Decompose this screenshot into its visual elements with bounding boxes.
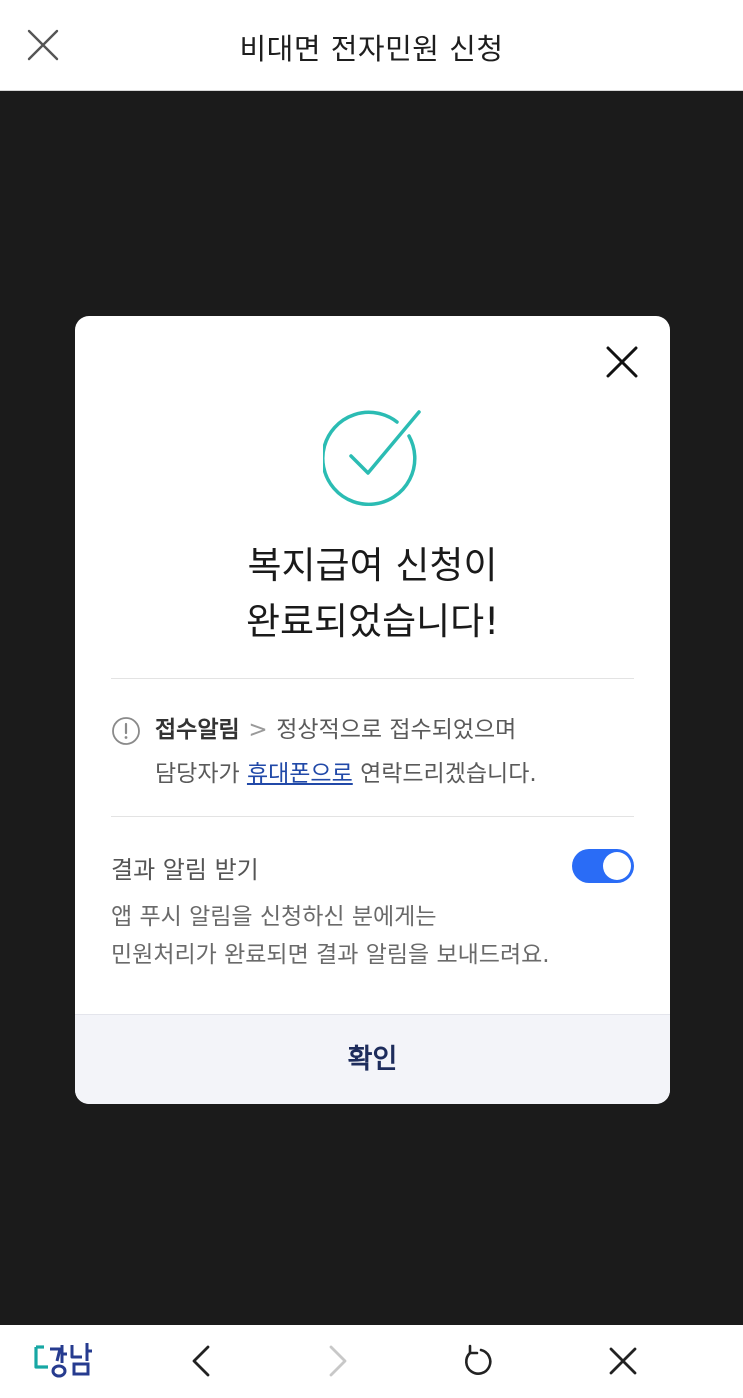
result-notification-label: 결과 알림 받기 xyxy=(111,856,259,884)
notice-label: 접수알림 xyxy=(155,717,240,743)
dialog-heading: 복지급여 신청이 완료되었습니다! xyxy=(75,538,670,650)
notice-message: 정상적으로 접수되었으며 xyxy=(276,717,517,743)
chevron-left-icon[interactable] xyxy=(182,1341,222,1381)
description-line: 민원처리가 완료되면 결과 알림을 보내드려요. xyxy=(111,942,550,968)
result-notification-row: 결과 알림 받기 xyxy=(111,844,634,890)
description-line: 앱 푸시 알림을 신청하신 분에게는 xyxy=(111,904,437,930)
confirm-button[interactable]: 확인 xyxy=(75,1014,670,1104)
phone-link[interactable]: 휴대폰으로 xyxy=(247,761,353,787)
heading-line: 복지급여 신청이 xyxy=(247,544,498,587)
notice-text: 접수알림 > 정상적으로 접수되었으며 담당자가 휴대폰으로 연락드리겠습니다. xyxy=(155,708,635,796)
result-notification-toggle[interactable] xyxy=(572,849,634,883)
completion-dialog: 복지급여 신청이 완료되었습니다! 접수알림 > 정상적으로 접수되었으며 담당… xyxy=(75,316,670,1104)
notice-chevron: > xyxy=(248,717,268,743)
refresh-icon[interactable] xyxy=(457,1341,497,1381)
gangnam-logo[interactable] xyxy=(32,1337,102,1383)
divider xyxy=(111,816,634,817)
close-icon[interactable] xyxy=(602,342,642,382)
close-icon[interactable] xyxy=(603,1341,643,1381)
app-header: 비대면 전자민원 신청 xyxy=(0,0,743,91)
page-title: 비대면 전자민원 신청 xyxy=(239,32,504,66)
notice-message: 연락드리겠습니다. xyxy=(360,761,537,787)
chevron-right-icon[interactable] xyxy=(317,1341,357,1381)
heading-line: 완료되었습니다! xyxy=(245,600,500,643)
check-circle-icon xyxy=(323,406,423,506)
toggle-knob xyxy=(603,852,631,880)
divider xyxy=(111,678,634,679)
notice-message: 담당자가 xyxy=(155,761,240,787)
bottom-navigation-bar xyxy=(0,1325,743,1398)
result-description: 앱 푸시 알림을 신청하신 분에게는 민원처리가 완료되면 결과 알림을 보내드… xyxy=(111,898,634,974)
exclamation-circle-icon xyxy=(111,716,141,746)
